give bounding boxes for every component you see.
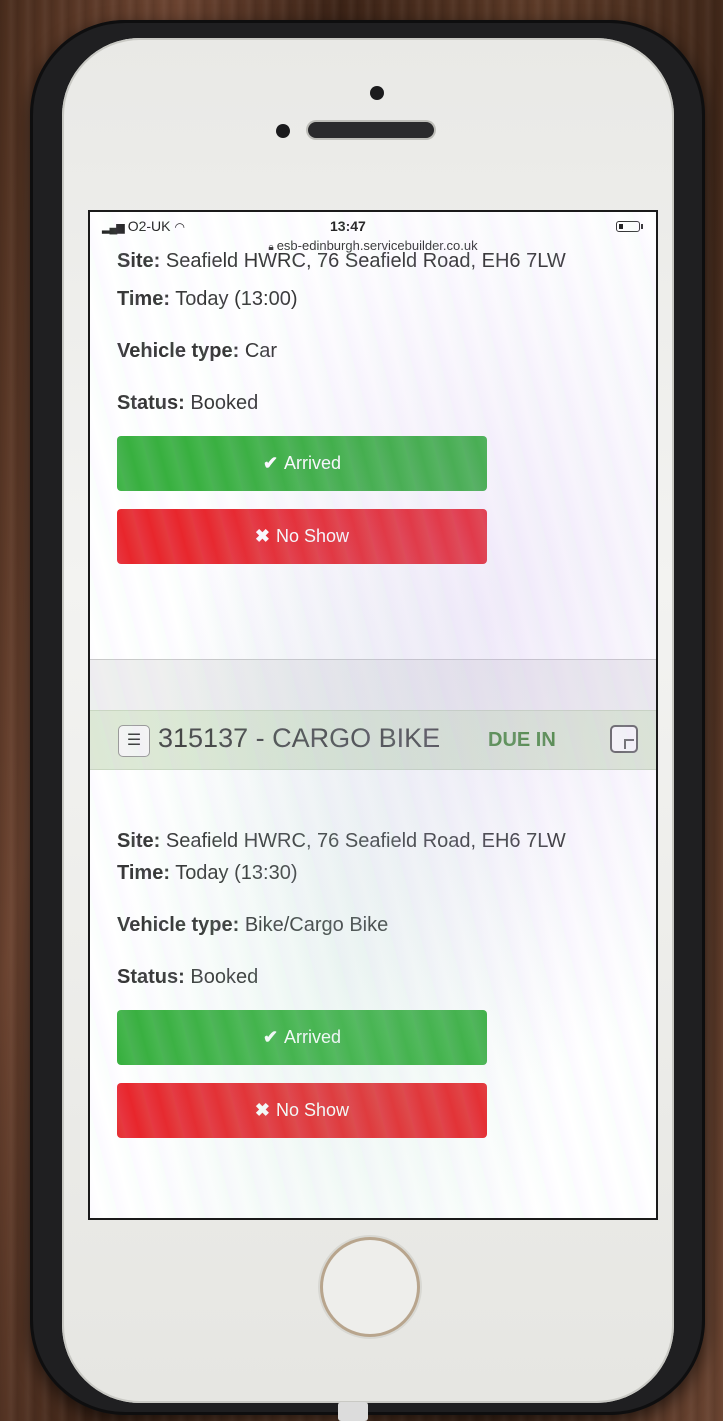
time-value: Today (13:30): [175, 862, 298, 884]
site-value: Seafield HWRC, 76 Seafield Road, EH6 7LW: [165, 830, 566, 852]
no-show-button[interactable]: ✖ No Show: [117, 1083, 487, 1138]
battery-icon: [616, 221, 643, 232]
time-label: Time:: [117, 862, 170, 884]
status-field: Status: Booked: [117, 388, 629, 418]
earpiece-speaker: [308, 122, 434, 138]
site-field: Site: Seafield HWRC, 76 Seafield Road, E…: [117, 826, 629, 856]
status-label: Status:: [117, 966, 185, 988]
vehicle-value: Car: [244, 340, 278, 362]
vehicle-label: Vehicle type:: [117, 340, 240, 362]
wifi-icon: ◠: [174, 220, 185, 234]
booking-header: ☰ 315137 - CARGO BIKE DUE IN: [90, 710, 656, 770]
home-button[interactable]: [323, 1240, 417, 1334]
vehicle-label: Vehicle type:: [117, 914, 240, 936]
time-value: Today (13:00): [175, 288, 298, 310]
booking-reference: 315137 - CARGO BIKE: [158, 723, 441, 753]
no-show-button[interactable]: ✖ No Show: [117, 509, 487, 564]
carrier-name: O2-UK: [127, 218, 171, 234]
proximity-sensor: [276, 124, 290, 138]
cross-icon: ✖: [254, 1100, 271, 1120]
time-field: Time: Today (13:30): [117, 858, 629, 888]
status-value: Booked: [190, 966, 259, 988]
vehicle-field: Vehicle type: Bike/Cargo Bike: [117, 910, 629, 940]
time-label: Time:: [117, 288, 170, 310]
arrived-button[interactable]: ✔ Arrived: [117, 1010, 487, 1065]
status-value: Booked: [190, 392, 259, 414]
carrier-info: ▂▄▆ O2-UK ◠: [102, 218, 185, 234]
check-icon: ✔: [262, 1027, 279, 1047]
arrived-label: Arrived: [284, 453, 342, 473]
vehicle-field: Vehicle type: Car: [117, 336, 629, 366]
noshow-label: No Show: [276, 1100, 350, 1120]
status-field: Status: Booked: [117, 962, 629, 992]
signal-icon: ▂▄▆: [102, 222, 125, 234]
noshow-label: No Show: [276, 526, 350, 546]
arrived-label: Arrived: [284, 1027, 342, 1047]
site-value: Seafield HWRC, 76 Seafield Road, EH6 7LW: [165, 250, 566, 272]
status-bar: ▂▄▆ O2-UK ◠ 13:47: [90, 212, 656, 238]
phone-screen: ▂▄▆ O2-UK ◠ 13:47 🔒︎ esb-edinburgh.serviceb…: [88, 210, 658, 1220]
status-label: Status:: [117, 392, 185, 414]
site-field: Site: Seafield HWRC, 76 Seafield Road, E…: [117, 246, 629, 276]
time-field: Time: Today (13:00): [117, 284, 629, 314]
site-label: Site:: [117, 250, 161, 272]
check-icon: ✔: [262, 453, 279, 473]
site-label: Site:: [117, 830, 161, 852]
arrived-button[interactable]: ✔ Arrived: [117, 436, 487, 491]
cross-icon: ✖: [254, 526, 271, 546]
booking-card: Site: Seafield HWRC, 76 Seafield Road, E…: [90, 826, 656, 1138]
note-icon[interactable]: [610, 725, 638, 753]
booking-card: Site: Seafield HWRC, 76 Seafield Road, E…: [90, 246, 656, 564]
due-status-badge: DUE IN: [488, 729, 556, 751]
charging-cable: [338, 1402, 368, 1421]
vehicle-value: Bike/Cargo Bike: [244, 914, 389, 936]
status-time: 13:47: [330, 218, 366, 234]
front-camera: [370, 86, 384, 100]
list-icon[interactable]: ☰: [118, 725, 150, 757]
